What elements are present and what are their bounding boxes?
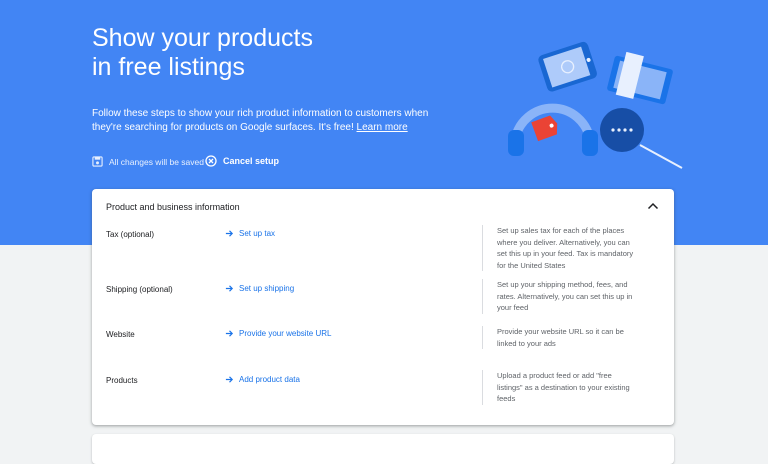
arrow-right-icon (225, 230, 234, 237)
page-title-line1: Show your products (92, 24, 313, 52)
product-business-info-card: Product and business information Tax (op… (92, 189, 674, 425)
page-title-line2: in free listings (92, 53, 245, 81)
set-up-shipping-link[interactable]: Set up shipping (225, 284, 294, 293)
arrow-right-icon (225, 376, 234, 383)
link-label: Set up shipping (239, 284, 295, 293)
row-description: Provide your website URL so it can be li… (482, 326, 637, 349)
cancel-setup-label: Cancel setup (223, 156, 280, 166)
cancel-setup-button[interactable]: Cancel setup (205, 155, 279, 167)
set-up-tax-link[interactable]: Set up tax (225, 229, 275, 238)
page-title: Show your products in free listings (92, 24, 313, 82)
row-label-website: Website (106, 330, 135, 339)
learn-more-link[interactable]: Learn more (357, 122, 408, 133)
link-label: Provide your website URL (239, 329, 332, 338)
row-label-tax: Tax (optional) (106, 230, 155, 239)
card-header-title: Product and business information (106, 202, 240, 212)
row-description: Set up your shipping method, fees, and r… (482, 279, 637, 314)
chevron-up-icon[interactable] (647, 201, 659, 211)
next-section-card (92, 434, 674, 464)
row-description: Set up sales tax for each of the places … (482, 225, 637, 271)
link-label: Set up tax (239, 229, 276, 238)
row-label-shipping: Shipping (optional) (106, 285, 173, 294)
arrow-right-icon (225, 330, 234, 337)
arrow-right-icon (225, 285, 234, 292)
save-status-text: All changes will be saved (109, 156, 204, 167)
save-status: All changes will be saved (92, 156, 204, 167)
hero-description: Follow these steps to show your rich pro… (92, 107, 432, 135)
save-icon (92, 156, 103, 167)
row-label-products: Products (106, 376, 138, 385)
add-product-data-link[interactable]: Add product data (225, 375, 300, 384)
provide-website-url-link[interactable]: Provide your website URL (225, 329, 331, 338)
close-circle-icon (205, 155, 217, 167)
row-description: Upload a product feed or add "free listi… (482, 370, 637, 405)
shopping-illustration (508, 41, 683, 169)
link-label: Add product data (239, 375, 300, 384)
